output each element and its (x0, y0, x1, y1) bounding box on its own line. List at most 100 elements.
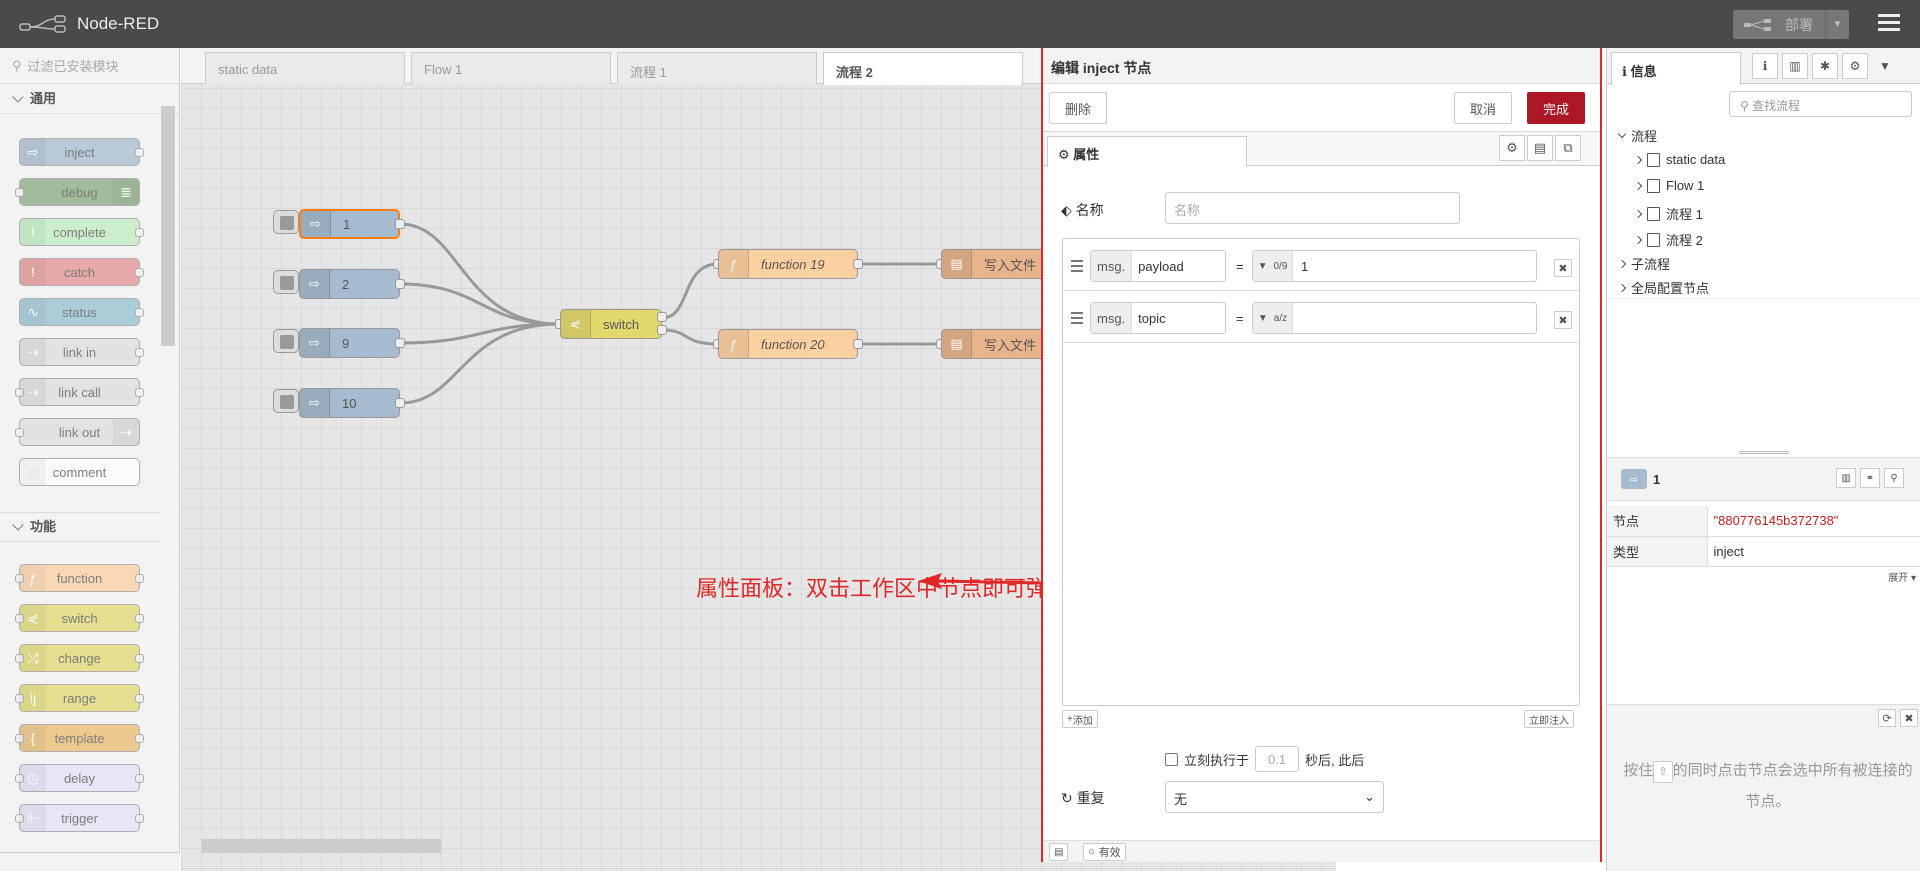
palette-node-debug[interactable]: debug ≣ (15, 178, 140, 206)
inject-once-checkbox[interactable] (1165, 752, 1178, 766)
info-tab-icon[interactable]: ℹ (1752, 53, 1778, 79)
palette-node-status[interactable]: ∿ status (19, 298, 144, 326)
palette-category-common[interactable]: 通用 (0, 84, 179, 114)
remove-property-button[interactable]: ✖ (1554, 259, 1572, 277)
deploy-button[interactable]: 部署 ▼ (1733, 10, 1849, 39)
table-row: 节点 "880776145b372738" (1607, 506, 1920, 537)
expand-link[interactable]: 展开 ▾ (1888, 569, 1916, 584)
inject-trigger-button[interactable] (273, 329, 299, 353)
show-help-icon[interactable]: ▥ (1836, 468, 1856, 488)
palette-node-trigger[interactable]: ⊩ trigger (15, 804, 144, 832)
type-select[interactable]: ▼ 0/9 (1253, 251, 1293, 281)
property-key-field[interactable]: msg. topic (1090, 302, 1226, 334)
palette-node-link-out[interactable]: link out ⇢ (15, 418, 140, 446)
output-port[interactable] (657, 312, 667, 322)
sidebar-menu-caret-icon[interactable]: ▼ (1872, 53, 1898, 79)
palette-search-input[interactable]: ⚲ 过滤已安装模块 (0, 48, 179, 84)
settings-icon[interactable]: ⚙ (1499, 135, 1525, 161)
tab-properties[interactable]: ⚙ 属性 (1047, 136, 1247, 167)
output-port[interactable] (395, 398, 405, 408)
output-port[interactable] (657, 325, 667, 335)
appearance-icon[interactable]: ⧉ (1555, 135, 1581, 161)
node-label: function 20 (761, 336, 825, 352)
palette-category-function[interactable]: 功能 (0, 512, 161, 542)
tree-global-config[interactable]: 全局配置节点 (1617, 278, 1709, 297)
type-select[interactable]: ▼ a/z (1253, 303, 1293, 333)
cancel-button[interactable]: 取消 (1454, 92, 1512, 124)
add-property-button[interactable]: + 添加 (1062, 710, 1098, 728)
flow-node-function-20[interactable]: ƒ function 20 (718, 329, 858, 359)
palette-scrollbar[interactable] (161, 106, 175, 346)
output-port[interactable] (395, 219, 405, 229)
once-delay-input[interactable]: 0.1 (1255, 746, 1300, 772)
config-gear-icon[interactable]: ⚙ (1842, 53, 1868, 79)
scrollbar-thumb[interactable] (201, 839, 441, 853)
palette-node-function[interactable]: ƒ function (15, 564, 144, 592)
inject-trigger-button[interactable] (273, 270, 299, 294)
tab-info[interactable]: ℹ 信息 (1611, 52, 1741, 85)
close-icon[interactable]: ✖ (1900, 709, 1918, 727)
output-port[interactable] (853, 339, 863, 349)
flow-node-inject-9[interactable]: ⇨ 9 (299, 328, 400, 358)
flow-node-inject-2[interactable]: ⇨ 2 (299, 269, 400, 299)
palette-node-catch[interactable]: ! catch (19, 258, 144, 286)
inject-trigger-button[interactable] (273, 389, 299, 413)
name-input[interactable]: 名称 (1165, 192, 1460, 224)
tree-subflows[interactable]: 子流程 (1617, 254, 1671, 273)
palette-node-inject[interactable]: ⇨ inject (19, 138, 144, 166)
tree-flow-static-data[interactable]: static data (1633, 152, 1725, 167)
property-value-field[interactable]: ▼ a/z (1252, 302, 1537, 334)
deploy-dropdown-icon[interactable]: ▼ (1825, 10, 1849, 39)
tree-label: 流程 (1631, 129, 1658, 144)
node-help-icon[interactable]: ▤ (1049, 843, 1069, 861)
palette-node-range[interactable]: ij range (15, 684, 144, 712)
palette-node-link-call[interactable]: ⇢ link call (15, 378, 144, 406)
tree-label: 子流程 (1631, 257, 1671, 272)
palette-node-change[interactable]: ⤮ change (15, 644, 144, 672)
deploy-label: 部署 (1785, 16, 1813, 33)
main-menu-icon[interactable] (1878, 14, 1900, 34)
remove-property-button[interactable]: ✖ (1554, 311, 1572, 329)
debug-bug-icon[interactable]: ✱ (1812, 53, 1838, 79)
app-title: Node-RED (77, 14, 160, 33)
flow-search-input[interactable]: ⚲ 查找流程 (1729, 91, 1912, 117)
node-id-value[interactable]: "880776145b372738" (1707, 506, 1920, 537)
output-port[interactable] (853, 259, 863, 269)
palette-node-delay[interactable]: ◷ delay (15, 764, 144, 792)
property-key-field[interactable]: msg. payload (1090, 250, 1226, 282)
done-button[interactable]: 完成 (1527, 92, 1585, 124)
tree-flows[interactable]: 流程 (1617, 126, 1658, 145)
flow-node-function-19[interactable]: ƒ function 19 (718, 249, 858, 279)
output-port[interactable] (395, 279, 405, 289)
palette-node-template[interactable]: {template (15, 724, 144, 752)
resize-handle[interactable] (1739, 451, 1789, 454)
help-book-icon[interactable]: ▥ (1782, 53, 1808, 79)
flow-node-inject-1[interactable]: ⇨ 1 (299, 209, 400, 239)
repeat-select[interactable]: 无 ⌄ (1165, 781, 1384, 813)
tree-flow-cn-2[interactable]: 流程 2 (1633, 230, 1703, 249)
header-bar: Node-RED 部署 ▼ (0, 0, 1920, 48)
enabled-toggle[interactable]: ○ 有效 (1083, 843, 1126, 861)
palette-node-label: status (62, 304, 97, 320)
tree-flow-cn-1[interactable]: 流程 1 (1633, 204, 1703, 223)
refresh-tip-icon[interactable]: ⟳ (1878, 709, 1896, 727)
property-key: payload (1138, 258, 1184, 274)
palette-node-complete[interactable]: ! complete (19, 218, 144, 246)
delete-button[interactable]: 删除 (1049, 92, 1107, 124)
inject-trigger-button[interactable] (273, 210, 299, 234)
palette-node-switch[interactable]: ⋞ switch (15, 604, 144, 632)
link-icon[interactable]: ⚭ (1860, 468, 1880, 488)
drag-handle-icon[interactable] (1071, 312, 1083, 327)
drag-handle-icon[interactable] (1071, 260, 1083, 275)
gear-icon: ⚙ (1058, 147, 1070, 162)
description-icon[interactable]: ▤ (1527, 135, 1553, 161)
property-value-field[interactable]: ▼ 0/9 1 (1252, 250, 1537, 282)
inject-now-button[interactable]: 立即注入 (1524, 710, 1574, 728)
flow-node-switch[interactable]: ⋞ switch (560, 309, 662, 339)
palette-node-link-in[interactable]: ⇢ link in (19, 338, 144, 366)
search-node-icon[interactable]: ⚲ (1884, 468, 1904, 488)
flow-node-inject-10[interactable]: ⇨ 10 (299, 388, 400, 418)
tree-flow-flow-1[interactable]: Flow 1 (1633, 178, 1704, 193)
palette-node-comment[interactable]: ◌ comment (19, 458, 140, 486)
output-port[interactable] (395, 338, 405, 348)
